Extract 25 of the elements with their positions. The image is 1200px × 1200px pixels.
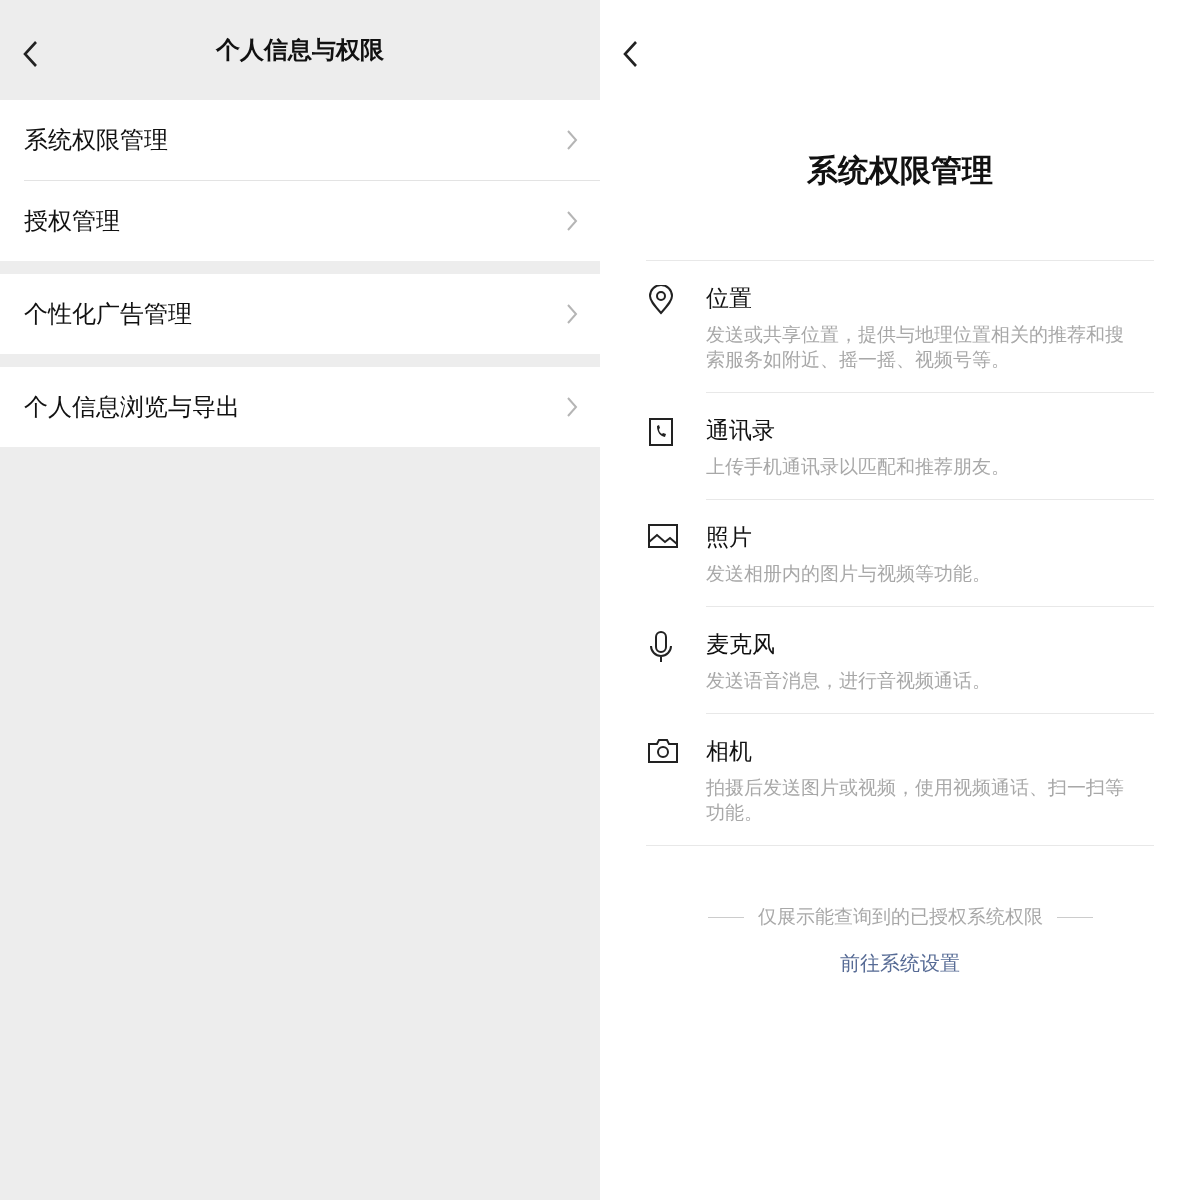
permission-description: 发送相册内的图片与视频等功能。 [706, 561, 992, 586]
phone-book-icon [648, 417, 674, 447]
permission-description: 发送语音消息，进行音视频通话。 [706, 668, 992, 693]
footnote: 仅展示能查询到的已授权系统权限 [757, 904, 1043, 929]
chevron-icon [566, 396, 578, 418]
page-title: 个人信息与权限 [216, 35, 384, 66]
page-title: 系统权限管理 [807, 151, 993, 190]
permission-description: 拍摄后发送图片或视频，使用视频通话、扫一扫等功能。 [706, 775, 1125, 825]
permission-description: 发送或共享位置，提供与地理位置相关的推荐和搜索服务如附近、摇一摇、视频号等。 [706, 322, 1125, 372]
permission-name: 相机 [706, 737, 753, 766]
microphone-icon [648, 631, 674, 663]
location-pin-icon [648, 285, 674, 315]
permission-name: 通讯录 [706, 416, 776, 445]
camera-icon [648, 738, 678, 764]
chevron-icon [566, 210, 578, 232]
settings-link[interactable]: 前往系统设置 [840, 950, 960, 977]
chevron-icon [566, 303, 578, 325]
chevron-icon [566, 129, 578, 151]
back-icon [622, 40, 640, 68]
permission-name: 麦克风 [706, 630, 776, 659]
permission-name: 照片 [706, 523, 753, 552]
picture-icon [648, 524, 678, 548]
back-icon [22, 40, 40, 68]
permission-description: 上传手机通讯录以匹配和推荐朋友。 [706, 454, 1011, 479]
permission-name: 位置 [706, 284, 753, 313]
